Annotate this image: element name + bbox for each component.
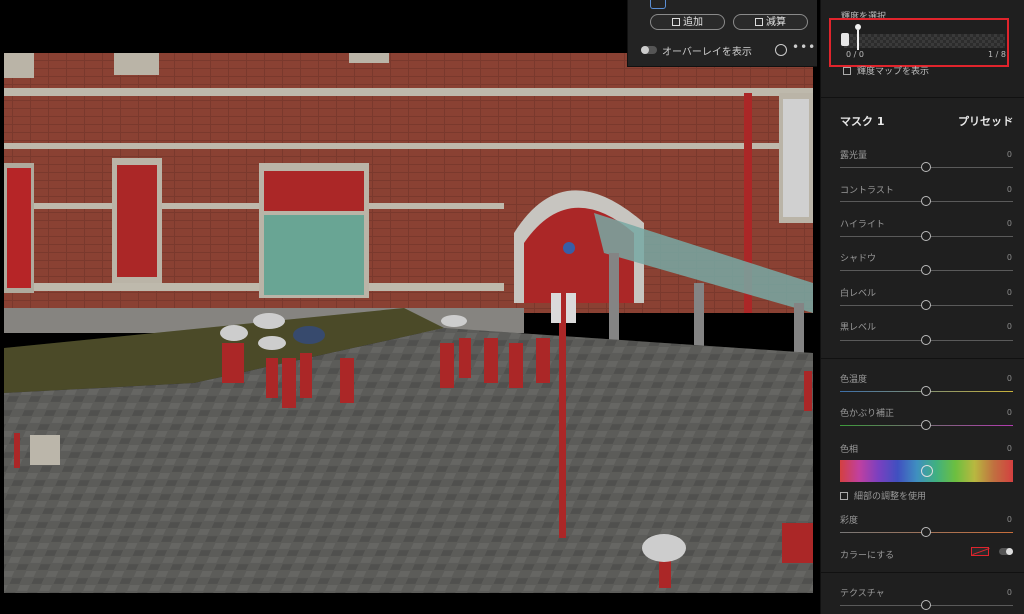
photo-preview[interactable]: [4, 53, 813, 593]
shadows-value[interactable]: 0: [1007, 253, 1012, 262]
luminance-range-right-handle[interactable]: [855, 24, 861, 50]
preset-dropdown[interactable]: プリセット: [958, 113, 1013, 129]
luminance-range-slider[interactable]: [844, 34, 1005, 48]
saturation-label: 彩度: [840, 516, 859, 526]
subtract-button-label: 減算: [766, 17, 786, 28]
divider: [821, 97, 1024, 98]
subtract-button[interactable]: 減算: [733, 14, 808, 30]
exposure-slider-knob[interactable]: [921, 162, 931, 172]
saturation-value[interactable]: 0: [1007, 515, 1012, 524]
shadows-label: シャドウ: [840, 254, 877, 264]
overlay-label: オーバーレイを表示: [662, 47, 752, 58]
exposure-label: 露光量: [840, 151, 868, 161]
luminance-map-checkbox[interactable]: [843, 67, 851, 75]
temperature-value[interactable]: 0: [1007, 374, 1012, 383]
add-button[interactable]: 追加: [650, 14, 725, 30]
contrast-value[interactable]: 0: [1007, 185, 1012, 194]
colorize-toggle[interactable]: [999, 548, 1013, 555]
highlights-label: ハイライト: [840, 220, 885, 230]
whites-slider-knob[interactable]: [921, 300, 931, 310]
saturation-slider-knob[interactable]: [921, 527, 931, 537]
whites-label: 白レベル: [840, 289, 877, 299]
colorize-swatch[interactable]: [971, 547, 989, 556]
luminance-mask-icon[interactable]: [650, 0, 666, 9]
texture-slider-knob[interactable]: [921, 600, 931, 610]
mask-adjustment-panel: 輝度を選択 0 / 0 1 / 8 輝度マップを表示 マスク 1 プリセット ⌄…: [820, 0, 1024, 614]
fine-adjust-checkbox[interactable]: [840, 492, 848, 500]
colorize-label: カラーにする: [840, 551, 895, 561]
texture-label: テクスチャ: [840, 589, 885, 599]
add-button-label: 追加: [683, 17, 703, 28]
hue-slider-knob[interactable]: [921, 465, 933, 477]
photo-canvas-area: [0, 0, 820, 614]
fine-adjust-label: 細部の調整を使用: [854, 492, 927, 502]
mask-title: マスク 1: [840, 115, 885, 128]
divider: [821, 358, 1024, 359]
highlights-slider-knob[interactable]: [921, 231, 931, 241]
tint-label: 色かぶり補正: [840, 409, 895, 419]
whites-value[interactable]: 0: [1007, 288, 1012, 297]
add-icon: [672, 18, 680, 26]
luminance-map-label: 輝度マップを表示: [857, 67, 930, 77]
blacks-label: 黒レベル: [840, 323, 877, 333]
blacks-slider-knob[interactable]: [921, 335, 931, 345]
hue-value[interactable]: 0: [1007, 444, 1012, 453]
subtract-icon: [755, 18, 763, 26]
tint-slider-knob[interactable]: [921, 420, 931, 430]
highlights-value[interactable]: 0: [1007, 219, 1012, 228]
mask-popup: 追加 減算 オーバーレイを表示 •••: [627, 0, 817, 67]
luminance-right-value: 1 / 8: [988, 50, 1006, 59]
divider: [821, 572, 1024, 573]
hue-label: 色相: [840, 445, 859, 455]
temperature-slider-knob[interactable]: [921, 386, 931, 396]
contrast-slider-knob[interactable]: [921, 196, 931, 206]
more-icon[interactable]: •••: [792, 40, 816, 54]
overlay-toggle[interactable]: [641, 46, 657, 54]
exposure-value[interactable]: 0: [1007, 150, 1012, 159]
temperature-label: 色温度: [840, 375, 868, 385]
contrast-label: コントラスト: [840, 186, 894, 196]
chevron-down-icon[interactable]: ⌄: [1006, 112, 1014, 123]
blacks-value[interactable]: 0: [1007, 322, 1012, 331]
texture-value[interactable]: 0: [1007, 588, 1012, 597]
luminance-range-left-handle[interactable]: [841, 33, 849, 46]
tint-value[interactable]: 0: [1007, 408, 1012, 417]
luminance-left-value: 0 / 0: [846, 50, 864, 59]
shadows-slider-knob[interactable]: [921, 265, 931, 275]
circle-icon[interactable]: [775, 44, 787, 56]
